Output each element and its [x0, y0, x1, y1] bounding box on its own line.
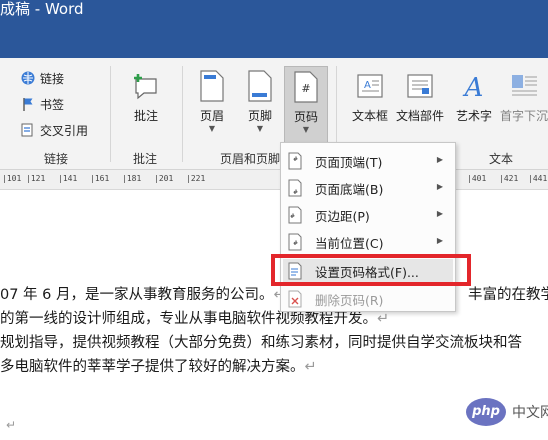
header-button[interactable]: 页眉 ▼	[190, 66, 234, 134]
document-line-tail: 丰富的在教学第	[468, 287, 548, 303]
header-icon	[200, 70, 224, 102]
new-comment-button[interactable]: 批注	[124, 66, 168, 124]
ruler-tick: |421	[499, 174, 519, 183]
group-label-comments: 批注	[133, 152, 158, 166]
document-line-text: 的第一线的设计师组成，专业从事电脑软件视频教程开发。	[0, 311, 377, 327]
php-logo: php	[466, 398, 506, 426]
quick-parts-icon	[407, 74, 433, 98]
page-number-menu: # 页面顶端(T) ▶ # 页面底端(B) ▶ # 页边距(P) ▶ # 当前位…	[280, 142, 456, 312]
window-title: 成稿 - Word	[0, 0, 84, 18]
hyperlink-label: 链接	[40, 71, 65, 86]
document-line: 07 年 6 月，是一家从事教育服务的公司。↵	[0, 285, 286, 305]
svg-text:A: A	[463, 73, 484, 101]
chevron-right-icon: ▶	[436, 209, 443, 218]
document-line-text: 规划指导，提供视频教程（大部分免费）和练习素材，同时提供自学交流板块和答	[0, 335, 522, 351]
chevron-right-icon: ▶	[436, 155, 443, 164]
ruler-tick: |401	[467, 174, 487, 183]
paragraph-mark: ↵	[304, 359, 317, 375]
header-label: 页眉	[199, 109, 224, 123]
svg-text:#: #	[290, 213, 295, 220]
footer-label: 页脚	[247, 109, 272, 123]
comment-icon	[134, 74, 157, 100]
highlight-annotation	[271, 254, 471, 286]
hyperlink-button[interactable]: 链接	[20, 68, 64, 88]
page-top-icon: #	[288, 152, 302, 170]
footer-icon	[248, 70, 272, 102]
cross-reference-button[interactable]: 交叉引用	[20, 120, 88, 140]
paragraph-mark: ↵	[6, 418, 17, 432]
menu-item-label: 删除页码(R)	[315, 292, 384, 308]
paragraph-mark: ↵	[377, 311, 390, 327]
wordart-icon: A	[463, 73, 484, 101]
menu-item-label: 页面底端(B)	[315, 181, 384, 197]
menu-item-label: 当前位置(C)	[315, 235, 384, 251]
textbox-label: 文本框	[351, 109, 388, 123]
footer-button[interactable]: 页脚 ▼	[238, 66, 282, 134]
ruler-tick: |141	[58, 174, 78, 183]
menu-item-current-position[interactable]: # 当前位置(C) ▶	[283, 230, 453, 254]
quick-parts-button[interactable]: 文档部件	[396, 66, 445, 124]
ruler-tick: |161	[90, 174, 110, 183]
menu-item-remove-page-numbers[interactable]: 删除页码(R)	[283, 287, 453, 311]
document-line: 规划指导，提供视频教程（大部分免费）和练习素材，同时提供自学交流板块和答	[0, 333, 522, 353]
group-separator	[110, 66, 111, 162]
cross-reference-icon	[21, 123, 33, 137]
group-separator	[182, 66, 183, 162]
ruler-tick: |181	[122, 174, 142, 183]
wordart-label: 艺术字	[455, 109, 492, 123]
watermark-text: 中文网	[512, 405, 548, 421]
horizontal-ruler: |101 |121 |141 |161 |181 |201 |221 |401 …	[0, 170, 548, 190]
document-line: 多电脑软件的莘莘学子提供了较好的解决方案。↵	[0, 357, 317, 377]
page-margin-icon: #	[288, 206, 302, 224]
menu-item-label: 页面顶端(T)	[315, 154, 383, 170]
chevron-right-icon: ▶	[436, 182, 443, 191]
chevron-down-icon: ▼	[302, 125, 310, 134]
menu-item-bottom-of-page[interactable]: # 页面底端(B) ▶	[283, 176, 453, 200]
ribbon-insert: 链接 书签 交叉引用 链接 批注 批注 页眉 ▼ 页脚 ▼ # 页码 ▼ 页眉和…	[0, 58, 548, 170]
dropcap-button[interactable]: 首字下沉	[500, 66, 548, 124]
svg-text:A: A	[364, 80, 371, 91]
textbox-icon: A	[357, 74, 383, 98]
wordart-button[interactable]: A 艺术字	[452, 66, 496, 124]
bookmark-button[interactable]: 书签	[20, 94, 64, 114]
group-label-text: 文本	[489, 152, 514, 166]
page-number-icon: #	[294, 71, 318, 103]
group-label-links: 链接	[44, 152, 69, 166]
bookmark-label: 书签	[40, 97, 65, 112]
svg-text:#: #	[293, 156, 298, 163]
comment-label: 批注	[133, 109, 158, 123]
menu-item-page-margins[interactable]: # 页边距(P) ▶	[283, 203, 453, 227]
page-number-button[interactable]: # 页码 ▼	[284, 66, 328, 154]
document-line-text: 多电脑软件的莘莘学子提供了较好的解决方案。	[0, 359, 305, 375]
ruler-tick: |121	[26, 174, 46, 183]
chevron-down-icon: ▼	[208, 124, 216, 133]
group-label-header-footer: 页眉和页脚	[220, 152, 281, 166]
ruler-tick: |201	[154, 174, 174, 183]
quick-parts-label: 文档部件	[396, 109, 445, 123]
dropcap-label: 首字下沉	[500, 109, 548, 123]
link-icon	[21, 71, 35, 85]
flag-icon	[23, 98, 33, 111]
title-bar: 成稿 - Word	[0, 0, 548, 58]
ruler-tick: |221	[186, 174, 206, 183]
ruler-tick: |441	[528, 174, 548, 183]
menu-item-top-of-page[interactable]: # 页面顶端(T) ▶	[283, 149, 453, 173]
chevron-down-icon: ▼	[256, 124, 264, 133]
chevron-right-icon: ▶	[436, 236, 443, 245]
menu-item-label: 页边距(P)	[315, 208, 370, 224]
current-position-icon: #	[288, 233, 302, 251]
document-line: 的第一线的设计师组成，专业从事电脑软件视频教程开发。↵	[0, 309, 389, 329]
svg-text:#: #	[301, 82, 310, 95]
page-bottom-icon: #	[288, 179, 302, 197]
page-number-label: 页码	[293, 110, 318, 124]
document-line-text: 07 年 6 月，是一家从事教育服务的公司。	[0, 287, 274, 303]
dropcap-icon	[512, 75, 537, 96]
textbox-button[interactable]: A 文本框	[348, 66, 392, 124]
remove-page-number-icon	[288, 290, 302, 308]
svg-text:#: #	[293, 240, 298, 247]
watermark: php 中文网	[466, 398, 548, 426]
ruler-tick: |101	[2, 174, 22, 183]
svg-text:#: #	[293, 189, 298, 196]
cross-reference-label: 交叉引用	[40, 123, 89, 138]
